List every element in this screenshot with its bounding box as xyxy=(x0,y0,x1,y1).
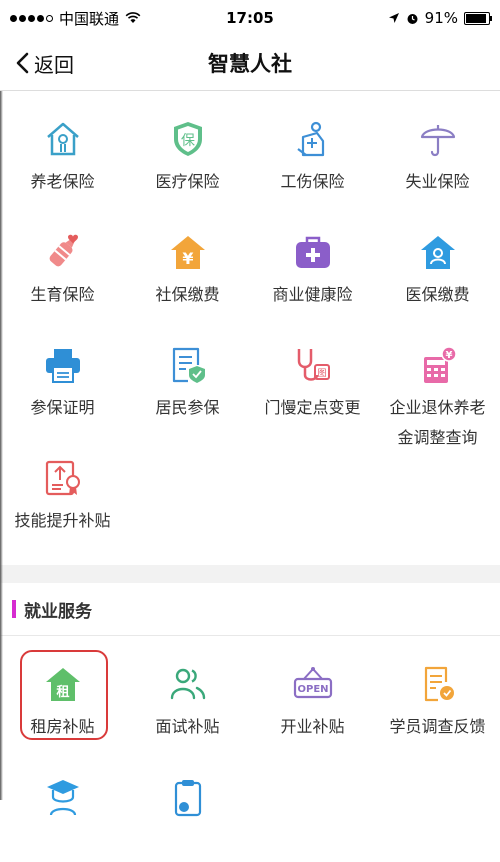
battery-icon xyxy=(464,11,492,25)
user-house-icon xyxy=(418,232,458,272)
svg-text:保: 保 xyxy=(181,133,195,149)
service-label: 开业补贴 xyxy=(280,717,345,736)
service-medical-insurance[interactable]: 保 医疗保险 xyxy=(125,91,250,204)
service-clinic-designation-change[interactable]: 图 门慢定点变更 xyxy=(250,317,375,430)
alarm-clock-icon xyxy=(407,13,418,24)
grid-bottom-padding xyxy=(0,543,500,565)
service-label: 技能提升补贴 xyxy=(14,511,111,530)
medical-kit-icon xyxy=(293,232,333,272)
status-bar: 中国联通 17:05 91% xyxy=(0,0,500,36)
service-maternity-insurance[interactable]: 生育保险 xyxy=(0,204,125,317)
service-trainee-survey-feedback[interactable]: 学员调查反馈 xyxy=(375,636,500,749)
battery-percent: 91% xyxy=(424,9,458,27)
page-title: 智慧人社 xyxy=(208,52,292,76)
insurance-section: 养老保险 保 医疗保险 工伤保险 失业保险 生育保险 ¥ 社保缴费 商业健康险 … xyxy=(0,91,500,565)
selection-highlight xyxy=(20,650,108,740)
navigation-bar: 返回 智慧人社 xyxy=(0,36,500,91)
service-label: 医保缴费 xyxy=(405,285,470,304)
service-pension-insurance[interactable]: 养老保险 xyxy=(0,91,125,204)
printer-icon xyxy=(43,345,83,385)
service-insurance-certificate[interactable]: 参保证明 xyxy=(0,317,125,430)
service-clipboard[interactable] xyxy=(125,749,250,862)
clipboard-icon xyxy=(168,777,208,817)
wifi-icon xyxy=(125,12,141,23)
open-icon-text: OPEN xyxy=(297,684,328,695)
yen-house-icon: ¥ xyxy=(168,232,208,272)
calculator-yen-icon: ¥ xyxy=(418,345,458,385)
service-label: 门慢定点变更 xyxy=(264,398,361,417)
service-label: 面试补贴 xyxy=(155,717,220,736)
document-shield-icon xyxy=(168,345,208,385)
certificate-icon xyxy=(43,458,83,498)
service-label: 医疗保险 xyxy=(155,172,220,191)
section-accent-bar xyxy=(12,600,16,618)
status-right: 91% xyxy=(388,9,492,27)
service-label: 生育保险 xyxy=(30,285,95,304)
service-label: 居民参保 xyxy=(155,398,220,417)
svg-text:¥: ¥ xyxy=(445,350,452,361)
section-title: 就业服务 xyxy=(24,601,92,622)
service-label: 失业保险 xyxy=(405,172,470,191)
service-business-opening-subsidy[interactable]: OPEN 开业补贴 xyxy=(250,636,375,749)
service-commercial-health-insurance[interactable]: 商业健康险 xyxy=(250,204,375,317)
service-interview-subsidy[interactable]: 面试补贴 xyxy=(125,636,250,749)
service-label: 参保证明 xyxy=(30,398,95,417)
svg-text:¥: ¥ xyxy=(182,249,193,268)
signal-strength-icon xyxy=(10,14,53,22)
injured-person-icon xyxy=(293,119,333,159)
status-left: 中国联通 xyxy=(10,8,141,29)
insurance-grid: 养老保险 保 医疗保险 工伤保险 失业保险 生育保险 ¥ 社保缴费 商业健康险 … xyxy=(0,91,500,543)
service-label: 养老保险 xyxy=(30,172,95,191)
chevron-left-icon xyxy=(16,52,29,74)
employment-section: 租 租房补贴 面试补贴 OPEN 开业补贴 学员调查反馈 xyxy=(0,636,500,862)
graduate-icon xyxy=(43,777,83,817)
house-person-icon xyxy=(43,119,83,159)
service-training-graduate[interactable] xyxy=(0,749,125,862)
open-sign-icon: OPEN xyxy=(293,664,333,704)
back-button[interactable]: 返回 xyxy=(0,49,74,78)
shield-bao-icon: 保 xyxy=(168,119,208,159)
people-icon xyxy=(168,664,208,704)
stethoscope-icon: 图 xyxy=(293,345,333,385)
service-pension-adjustment-query[interactable]: ¥ 企业退休养老金调整查询 xyxy=(375,317,500,447)
employment-section-header: 就业服务 xyxy=(0,583,500,636)
location-arrow-icon xyxy=(388,13,399,23)
baby-bottle-icon xyxy=(43,232,83,272)
service-label: 商业健康险 xyxy=(272,285,353,304)
service-label: 社保缴费 xyxy=(155,285,220,304)
survey-document-icon xyxy=(418,664,458,704)
service-rent-subsidy[interactable]: 租 租房补贴 xyxy=(0,636,125,749)
service-medical-insurance-payment[interactable]: 医保缴费 xyxy=(375,204,500,317)
employment-grid: 租 租房补贴 面试补贴 OPEN 开业补贴 学员调查反馈 xyxy=(0,636,500,862)
section-divider xyxy=(0,565,500,583)
service-label: 学员调查反馈 xyxy=(389,717,486,736)
service-social-security-payment[interactable]: ¥ 社保缴费 xyxy=(125,204,250,317)
service-label: 企业退休养老金调整查询 xyxy=(389,398,486,447)
service-work-injury-insurance[interactable]: 工伤保险 xyxy=(250,91,375,204)
umbrella-icon xyxy=(418,119,458,159)
svg-text:图: 图 xyxy=(317,368,326,379)
service-unemployment-insurance[interactable]: 失业保险 xyxy=(375,91,500,204)
service-label: 工伤保险 xyxy=(280,172,345,191)
service-resident-insurance[interactable]: 居民参保 xyxy=(125,317,250,430)
carrier-label: 中国联通 xyxy=(59,9,120,28)
back-label: 返回 xyxy=(34,52,74,77)
service-skill-upgrade-subsidy[interactable]: 技能提升补贴 xyxy=(0,430,125,543)
